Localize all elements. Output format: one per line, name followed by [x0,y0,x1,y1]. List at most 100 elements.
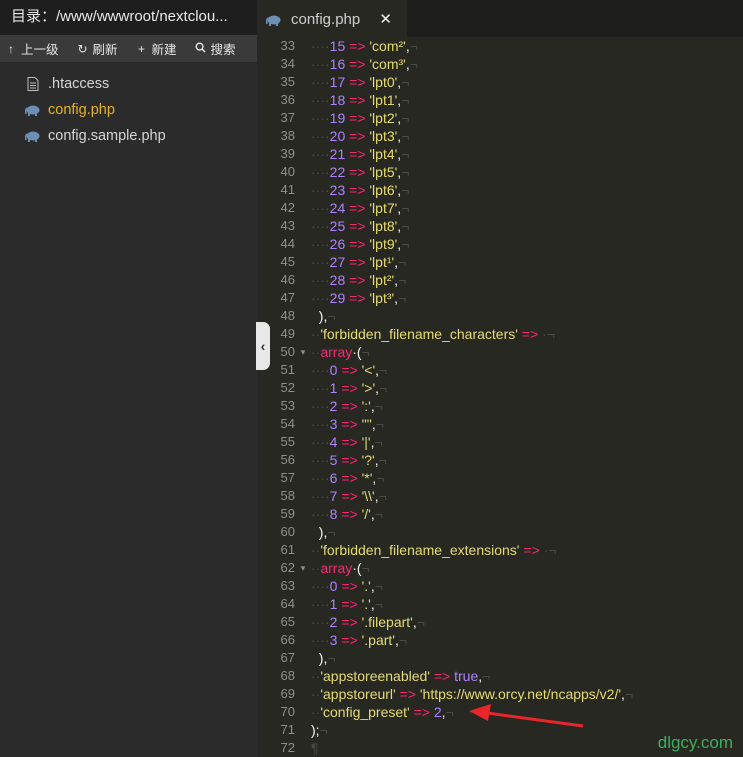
code-line: ····1 => '.',¬ [311,595,741,613]
code-line: ····2 => '.filepart',¬ [311,613,741,631]
code-number: 17 [329,74,346,90]
code-line: ····23 => 'lpt6',¬ [311,181,741,199]
search-button[interactable]: 搜索 [195,39,236,58]
eol-mark: ¬ [398,254,407,270]
line-number: 53 [280,398,295,413]
code-operator: => [345,164,370,180]
arrow-up-icon: ↑ [8,41,14,56]
new-button[interactable]: + 新建 [136,39,177,58]
refresh-icon: ↻ [77,41,88,56]
code-line: ····5 => '?',¬ [311,451,741,469]
line-number: 63 [280,578,295,593]
fold-toggle-icon[interactable]: ▾ [297,343,309,361]
code-string: 'com³' [369,56,406,72]
code-number: 23 [329,182,346,198]
eol-mark: ¬ [445,704,454,720]
line-number: 46 [280,272,295,287]
indent-guide: ·· [311,686,321,702]
fold-toggle-icon[interactable]: ▾ [297,559,309,577]
code-string: 'lpt1' [369,92,398,108]
indent-guide: ···· [311,632,330,648]
up-level-button[interactable]: ↑ 上一级 [5,39,59,58]
line-number: 43 [280,218,295,233]
indent-guide: ···· [311,488,330,504]
code-line: ····3 => '"',¬ [311,415,741,433]
indent-guide: ···· [311,128,330,144]
code-operator: => [345,272,370,288]
line-number: 70 [280,704,295,719]
code-string: 'lpt3' [369,128,398,144]
file-item-config-sample-php[interactable]: config.sample.php [0,123,257,149]
code-lines[interactable]: ····15 => 'com²',¬ ····16 => 'com³',¬ ····… [311,37,741,757]
code-string: '>' [361,380,376,396]
indent-guide: ···· [311,452,330,468]
code-punct: ); [311,722,320,738]
collapse-sidebar-button[interactable]: ‹ [256,322,270,370]
code-string: 'lpt4' [369,146,398,162]
code-operator: => [519,542,544,558]
code-operator: => [337,506,362,522]
code-line: ····6 => '*',¬ [311,469,741,487]
code-string: '?' [361,452,375,468]
eol-mark: ¬ [374,398,383,414]
code-line: ····3 => '.part',¬ [311,631,741,649]
line-number: 39 [280,146,295,161]
code-operator: => [345,128,370,144]
search-label: 搜索 [210,43,236,57]
code-operator: => [345,92,370,108]
plus-icon: + [138,41,146,56]
line-number: 61 [280,542,295,557]
code-string: 'lpt¹' [369,254,395,270]
line-number: 54 [280,416,295,431]
indent-guide: ···· [311,254,330,270]
code-number: 22 [329,164,346,180]
eol-mark: ¬ [327,524,336,540]
code-number: 29 [329,290,346,306]
watermark: dlgcy.com [657,733,733,752]
tab-config-php[interactable]: config.php ✕ [257,0,407,37]
code-string: '.part' [361,632,395,648]
code-punct: ), [311,524,328,540]
eol-mark: ·¬ [542,326,555,342]
eol-mark: ¬ [624,686,634,702]
eol-mark: ¬ [401,218,410,234]
new-label: 新建 [151,43,177,57]
eol-mark: ¬ [376,470,385,486]
line-number: 65 [280,614,295,629]
code-operator: => [337,362,362,378]
code-line: ····8 => '/',¬ [311,505,741,523]
code-number: 19 [329,110,346,126]
code-operator: => [337,416,362,432]
line-number: 37 [280,110,295,125]
code-number: 20 [329,128,346,144]
close-icon[interactable]: ✕ [379,10,392,28]
code-line: ··array·(¬ [311,559,741,577]
eol-mark: ¬ [379,380,388,396]
code-line: ····0 => '.',¬ [311,577,741,595]
eol-mark: ¬ [327,308,336,324]
php-elephant-icon [266,14,282,26]
indent-guide: ···· [311,596,330,612]
indent-guide: ···· [311,380,330,396]
code-area[interactable]: 33 34 35 36 37 38 39 40 41 42 43 44 45 46 47 48 49 50 ▾ 51 5… [257,37,743,757]
code-string: 'com²' [369,38,406,54]
file-item-config-php[interactable]: config.php [0,97,257,123]
file-item-htaccess[interactable]: .htaccess [0,71,257,97]
eol-mark: ¬ [416,614,425,630]
indent-guide: ···· [311,110,330,126]
file-name: config.php [48,102,115,118]
refresh-button[interactable]: ↻ 刷新 [77,39,117,58]
file-browser-sidebar: 目录：/www/wwwroot/nextclou... ↑ 上一级 ↻ 刷新 +… [0,0,257,757]
code-number: 15 [329,38,346,54]
line-number: 64 [280,596,295,611]
code-number: 28 [329,272,346,288]
line-number: 44 [280,236,295,251]
line-number: 67 [280,650,295,665]
file-name: config.sample.php [48,128,166,144]
eol-mark: ¬ [398,272,407,288]
code-string: '.' [361,596,371,612]
indent-guide: ···· [311,218,330,234]
line-number: 71 [280,722,295,737]
code-operator: => [337,596,362,612]
eol-mark: ¬ [401,146,410,162]
